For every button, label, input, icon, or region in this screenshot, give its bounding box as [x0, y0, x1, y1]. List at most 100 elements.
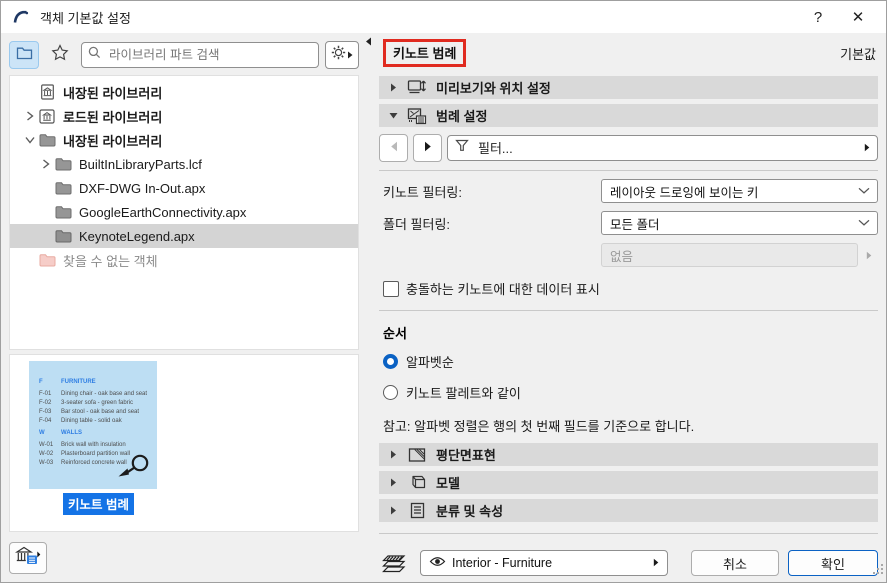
- folder-icon: [38, 132, 56, 148]
- legend-filter-field[interactable]: [447, 135, 878, 161]
- legend-row: W WALLS: [39, 430, 82, 436]
- order-group-label: 순서: [383, 326, 407, 341]
- chevron-down-icon: [858, 182, 870, 200]
- collapsed-triangle-icon: [388, 478, 398, 487]
- collapsed-triangle-icon: [388, 450, 398, 459]
- help-button[interactable]: ?: [798, 3, 838, 31]
- legend-settings-icon: [407, 107, 427, 125]
- settings-panel: 키노트 범례 기본값 미리보기와 위치 설정 범례 설정 필터... 키노트 필…: [379, 33, 886, 582]
- library-search-box[interactable]: [81, 42, 319, 68]
- panel-splitter[interactable]: [359, 33, 379, 582]
- search-options-button[interactable]: [325, 41, 359, 69]
- library-toolbar: [9, 40, 359, 70]
- section-label: 분류 및 속성: [436, 504, 504, 519]
- legend-row: F FURNITURE: [39, 379, 96, 385]
- search-icon: [88, 46, 101, 64]
- resize-grip[interactable]: [873, 562, 884, 580]
- tree-item-embedded-library[interactable]: 내장된 라이브러리: [10, 128, 358, 152]
- library-manager-button[interactable]: [9, 542, 47, 574]
- folder-selection-field: 없음: [601, 243, 858, 267]
- chevron-down-expander-icon[interactable]: [22, 136, 38, 144]
- search-input[interactable]: [107, 47, 312, 63]
- folder-view-button[interactable]: [9, 41, 39, 69]
- tree-item-label: 찾을 수 없는 객체: [63, 253, 158, 269]
- object-preview-panel: F FURNITURE F-01 Dining chair - oak base a…: [9, 354, 359, 532]
- folder-filter-label: 폴더 필터링:: [383, 216, 451, 232]
- library-document-icon: [38, 84, 56, 100]
- close-button[interactable]: ✕: [838, 3, 878, 31]
- tree-item-googleearth[interactable]: GoogleEarthConnectivity.apx: [10, 200, 358, 224]
- legend-pager-filter-row: [379, 134, 878, 162]
- section-label: 모델: [436, 476, 460, 491]
- folder-icon: [54, 180, 72, 196]
- folder-icon: [54, 228, 72, 244]
- tree-item-label: BuiltInLibraryParts.lcf: [79, 156, 202, 172]
- keynote-filter-dropdown[interactable]: 레이아웃 드로잉에 보이는 키: [601, 179, 878, 203]
- chevron-right-expander-icon[interactable]: [22, 111, 38, 121]
- keynote-filter-value: 레이아웃 드로잉에 보이는 키: [610, 185, 759, 200]
- library-browser-panel: 내장된 라이브러리 로드된 라이브러리: [1, 33, 359, 582]
- folder-filter-dropdown[interactable]: 모든 폴더: [601, 211, 878, 235]
- order-alphabetical-row: 알파벳순: [383, 352, 878, 371]
- filter-input[interactable]: [476, 139, 857, 157]
- object-type-title: 키노트 범례: [383, 39, 467, 67]
- tree-item-builtinlibraryparts[interactable]: BuiltInLibraryParts.lcf: [10, 152, 358, 176]
- section-classification[interactable]: 분류 및 속성: [379, 499, 878, 522]
- layer-value: Interior - Furniture: [452, 556, 553, 570]
- divider: [379, 310, 878, 311]
- keynote-filter-row: 키노트 필터링: 레이아웃 드로잉에 보이는 키: [383, 179, 878, 203]
- section-floor-plan[interactable]: 평단면표현: [379, 443, 878, 466]
- model-cube-icon: [407, 474, 427, 492]
- tree-item-loaded-library[interactable]: 로드된 라이브러리: [10, 104, 358, 128]
- section-label: 범례 설정: [436, 109, 488, 124]
- tree-item-label: KeynoteLegend.apx: [79, 228, 195, 244]
- chevron-right-expander-icon[interactable]: [38, 159, 54, 169]
- right-triangle-icon: [424, 139, 432, 157]
- conflict-data-checkbox[interactable]: [383, 280, 399, 297]
- library-container-icon: [38, 108, 56, 124]
- legend-row: F-01 Dining chair - oak base and seat: [39, 391, 148, 397]
- tree-item-keynotelegend[interactable]: KeynoteLegend.apx: [10, 224, 358, 248]
- folder-icon: [16, 45, 33, 65]
- tree-item-builtin-library[interactable]: 내장된 라이브러리: [10, 80, 358, 104]
- next-page-button[interactable]: [413, 134, 442, 162]
- previous-page-button[interactable]: [379, 134, 408, 162]
- order-palette-row: 키노트 팔레트와 같이: [383, 383, 878, 402]
- section-label: 평단면표현: [436, 448, 496, 463]
- settings-header: 키노트 범례 기본값: [383, 39, 876, 67]
- eye-icon: [429, 554, 446, 572]
- collapse-left-arrow-icon[interactable]: [365, 37, 372, 48]
- layers-icon: [379, 551, 411, 575]
- dialog-footer: Interior - Furniture 취소 확인: [379, 550, 878, 576]
- ok-button[interactable]: 확인: [788, 550, 878, 576]
- tree-item-missing-objects[interactable]: 찾을 수 없는 객체: [10, 248, 358, 272]
- legend-anchor-arrow-icon: [115, 453, 149, 483]
- keynote-legend-thumbnail[interactable]: F FURNITURE F-01 Dining chair - oak base a…: [29, 361, 157, 489]
- section-preview-position[interactable]: 미리보기와 위치 설정: [379, 76, 878, 99]
- conflict-data-label: 충돌하는 키노트에 대한 데이터 표시: [406, 282, 600, 297]
- left-footer: [9, 532, 359, 578]
- default-badge: 기본값: [840, 46, 876, 62]
- folder-icon: [54, 204, 72, 220]
- cancel-button[interactable]: 취소: [691, 550, 779, 576]
- section-model[interactable]: 모델: [379, 471, 878, 494]
- expand-right-icon[interactable]: [864, 139, 870, 157]
- tree-item-label: DXF-DWG In-Out.apx: [79, 180, 206, 196]
- preview-caption[interactable]: 키노트 범례: [63, 493, 134, 515]
- titlebar: 객체 기본값 설정 ? ✕: [1, 1, 886, 33]
- section-legend-settings[interactable]: 범례 설정: [379, 104, 878, 127]
- chevron-right-icon: [347, 46, 353, 64]
- chevron-down-icon: [858, 214, 870, 232]
- collapsed-triangle-icon: [388, 506, 398, 515]
- dialog-body: 내장된 라이브러리 로드된 라이브러리: [1, 33, 886, 582]
- left-triangle-icon: [390, 139, 398, 157]
- order-palette-radio[interactable]: [383, 385, 398, 400]
- favorites-button[interactable]: [45, 41, 75, 69]
- collapsed-triangle-icon: [388, 83, 398, 92]
- order-alphabetical-radio[interactable]: [383, 354, 398, 369]
- missing-folder-icon: [38, 252, 56, 268]
- tree-item-dxf-dwg[interactable]: DXF-DWG In-Out.apx: [10, 176, 358, 200]
- expanded-triangle-icon: [388, 112, 398, 119]
- classification-list-icon: [407, 502, 427, 520]
- layer-dropdown[interactable]: Interior - Furniture: [420, 550, 668, 576]
